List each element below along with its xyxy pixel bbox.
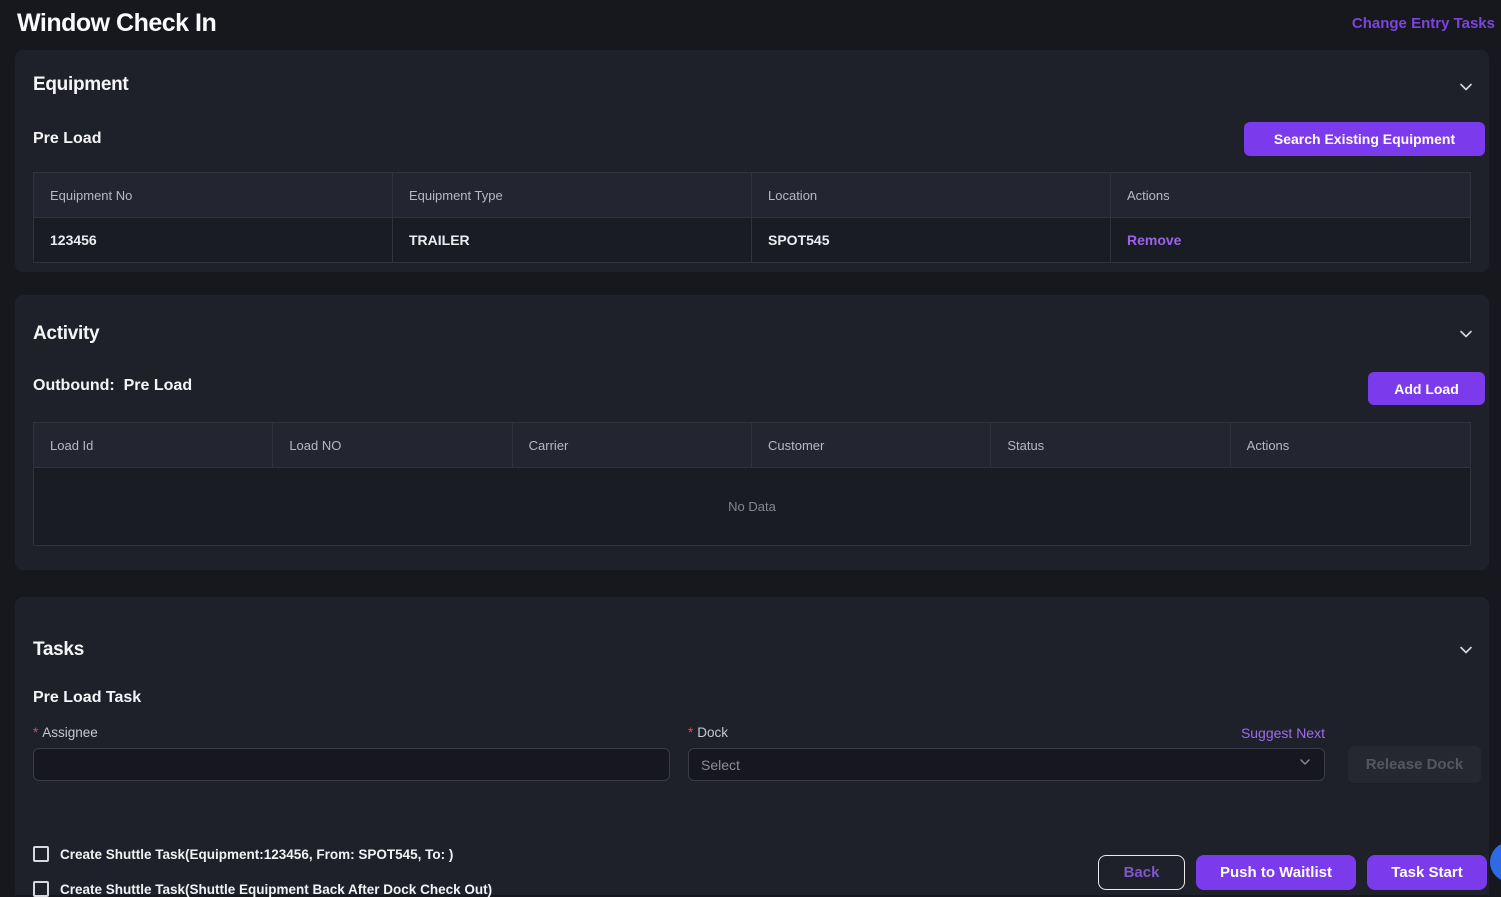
activity-section-title: Activity	[33, 323, 99, 345]
remove-equipment-link[interactable]: Remove	[1127, 232, 1181, 248]
loads-table: Load Id Load NO Carrier Customer Status …	[33, 422, 1471, 546]
back-button[interactable]: Back	[1098, 855, 1185, 890]
equipment-section: Equipment Pre Load Search Existing Equip…	[15, 50, 1489, 272]
column-header: Load Id	[34, 423, 273, 467]
column-header: Customer	[752, 423, 991, 467]
shuttle-task-checkbox-row: Create Shuttle Task(Equipment:123456, Fr…	[33, 846, 453, 862]
location-cell: SPOT545	[752, 218, 1111, 262]
change-entry-tasks-link[interactable]: Change Entry Tasks	[1352, 15, 1495, 32]
checkbox-label: Create Shuttle Task(Equipment:123456, Fr…	[60, 847, 453, 862]
add-load-button[interactable]: Add Load	[1368, 372, 1485, 405]
column-header: Actions	[1111, 173, 1470, 217]
tasks-collapse-chevron-down-icon[interactable]	[1457, 641, 1475, 659]
equipment-no-cell: 123456	[34, 218, 393, 262]
equipment-table-header: Equipment No Equipment Type Location Act…	[34, 173, 1470, 218]
floating-action-button[interactable]	[1490, 842, 1501, 882]
dock-select[interactable]: Select	[688, 748, 1325, 781]
search-existing-equipment-button[interactable]: Search Existing Equipment	[1244, 122, 1485, 156]
suggest-next-link[interactable]: Suggest Next	[688, 725, 1325, 741]
column-header: Equipment Type	[393, 173, 752, 217]
dock-select-placeholder: Select	[701, 757, 740, 773]
equipment-table: Equipment No Equipment Type Location Act…	[33, 172, 1471, 263]
task-start-button[interactable]: Task Start	[1367, 855, 1487, 890]
equipment-subtitle: Pre Load	[33, 130, 101, 148]
tasks-subtitle: Pre Load Task	[33, 689, 141, 707]
select-chevron-down-icon	[1298, 755, 1312, 774]
tasks-section-title: Tasks	[33, 639, 84, 661]
release-dock-button[interactable]: Release Dock	[1348, 746, 1481, 783]
equipment-section-title: Equipment	[33, 74, 128, 96]
page-title: Window Check In	[17, 9, 216, 38]
activity-collapse-chevron-down-icon[interactable]	[1457, 325, 1475, 343]
equipment-collapse-chevron-down-icon[interactable]	[1457, 78, 1475, 96]
activity-section: Activity Outbound: Pre Load Add Load Loa…	[15, 295, 1489, 570]
equipment-type-cell: TRAILER	[393, 218, 752, 262]
create-shuttle-task-checkbox[interactable]	[33, 846, 49, 862]
no-data-placeholder: No Data	[34, 468, 1470, 545]
window-check-in-page: { "page": { "title": "Window Check In", …	[0, 0, 1501, 895]
column-header: Actions	[1231, 423, 1470, 467]
column-header: Carrier	[513, 423, 752, 467]
activity-subtitle: Outbound: Pre Load	[33, 377, 192, 395]
checkbox-label: Create Shuttle Task(Shuttle Equipment Ba…	[60, 882, 492, 897]
column-header: Status	[991, 423, 1230, 467]
top-bar: Window Check In Change Entry Tasks	[0, 0, 1501, 50]
required-asterisk: *	[33, 725, 38, 740]
column-header: Load NO	[273, 423, 512, 467]
assignee-input[interactable]	[33, 748, 670, 781]
table-row: 123456 TRAILER SPOT545 Remove	[34, 218, 1470, 262]
column-header: Equipment No	[34, 173, 393, 217]
loads-table-header: Load Id Load NO Carrier Customer Status …	[34, 423, 1470, 468]
push-to-waitlist-button[interactable]: Push to Waitlist	[1196, 855, 1356, 890]
tasks-section: Tasks Pre Load Task *Assignee *Dock Sugg…	[15, 597, 1489, 895]
column-header: Location	[752, 173, 1111, 217]
assignee-label: *Assignee	[33, 725, 98, 740]
